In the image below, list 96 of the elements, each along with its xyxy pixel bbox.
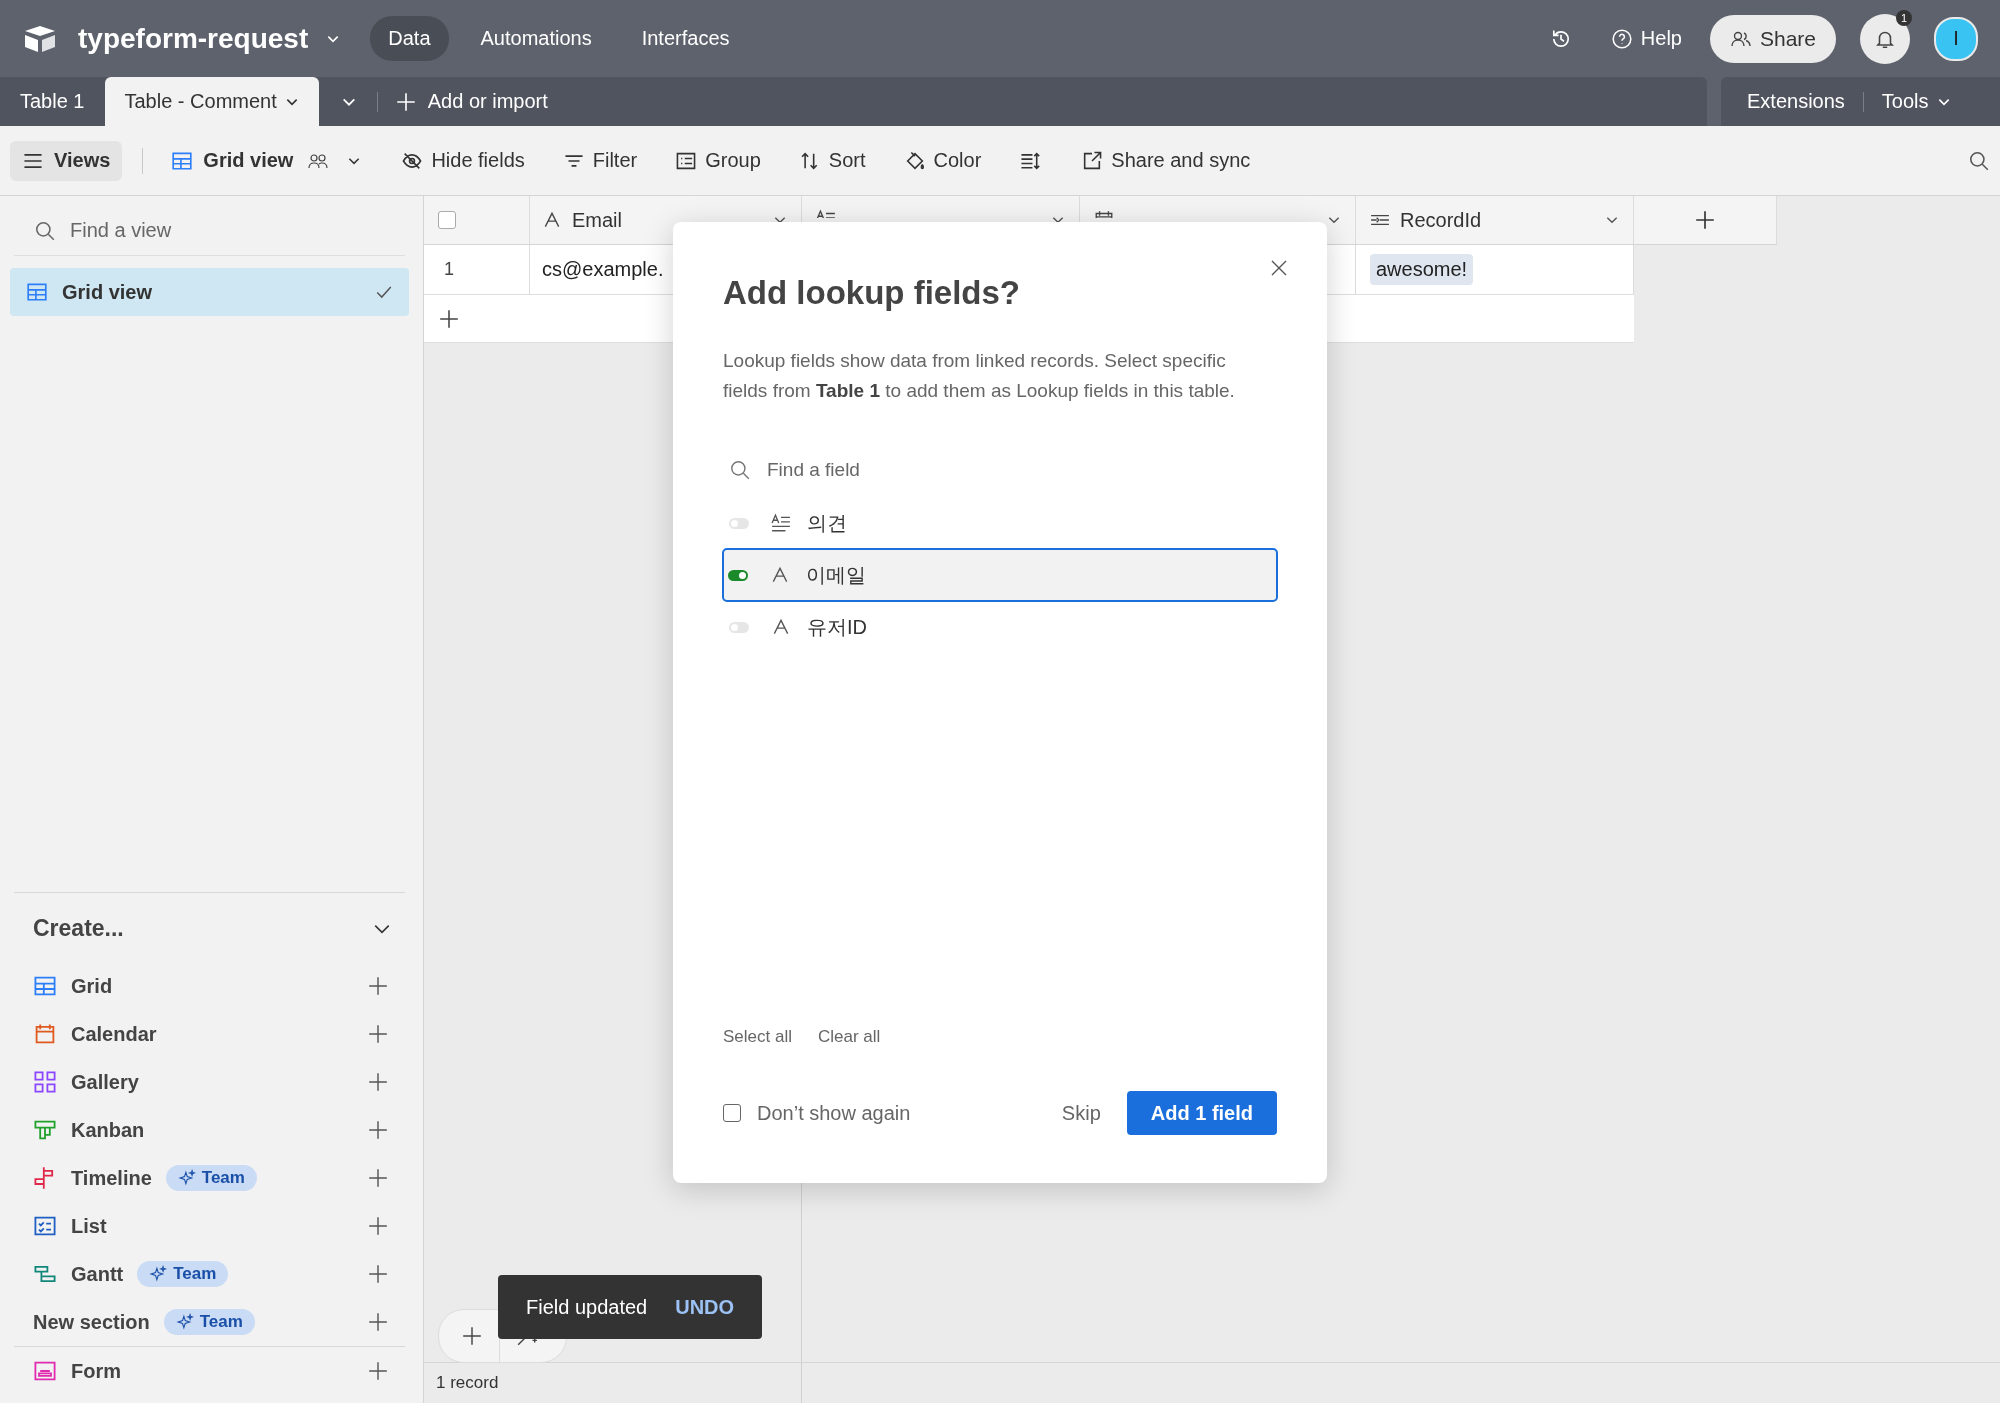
- create-option[interactable]: Gallery: [71, 1070, 139, 1094]
- add-icon[interactable]: [367, 1071, 389, 1093]
- kanban-view-icon: [33, 1118, 57, 1142]
- dialog-title: Add lookup fields?: [723, 274, 1021, 312]
- row-number: 1: [444, 259, 454, 280]
- create-option[interactable]: List: [71, 1214, 107, 1238]
- table-cell[interactable]: awesome!: [1370, 254, 1474, 285]
- field-toggle[interactable]: [729, 517, 749, 529]
- add-icon[interactable]: [367, 975, 389, 997]
- table-tab[interactable]: Table 1: [0, 77, 105, 126]
- record-count: 1 record: [436, 1373, 499, 1393]
- text-field-icon: [770, 565, 790, 585]
- help-icon: [1610, 27, 1633, 50]
- grid-view-icon: [26, 281, 48, 303]
- color-button[interactable]: Color: [903, 149, 982, 172]
- create-option[interactable]: Form: [71, 1359, 121, 1383]
- search-icon[interactable]: [1968, 149, 1990, 172]
- long-text-field-icon: [816, 208, 836, 218]
- extensions-button[interactable]: Extensions: [1747, 90, 1845, 113]
- dont-show-checkbox[interactable]: [723, 1104, 741, 1122]
- date-field-icon: [1094, 208, 1114, 218]
- skip-button[interactable]: Skip: [1061, 1101, 1101, 1125]
- table-cell[interactable]: cs@example.: [542, 258, 664, 281]
- view-switcher[interactable]: Grid view: [171, 149, 362, 172]
- create-heading: Create...: [33, 915, 125, 942]
- dialog-description: Lookup fields show data from linked records. Select specific fields from Table 1 to add them as Lookup fields in this table.: [723, 349, 1236, 403]
- add-icon[interactable]: [367, 1360, 389, 1382]
- search-icon: [34, 219, 56, 242]
- tools-button[interactable]: Tools: [1881, 90, 1951, 113]
- base-name-menu[interactable]: typeform-request: [78, 22, 341, 55]
- field-toggle[interactable]: [728, 569, 748, 581]
- hide-button[interactable]: Hide fields: [401, 149, 525, 172]
- add-icon[interactable]: [367, 1119, 389, 1141]
- sparkle-icon: [149, 1265, 168, 1283]
- sparkle-icon: [177, 1169, 196, 1187]
- text-field-icon: [771, 617, 791, 637]
- add-icon[interactable]: [367, 1263, 389, 1285]
- list-view-icon: [33, 1214, 57, 1238]
- form-view-icon: [33, 1359, 57, 1383]
- search-icon: [729, 459, 751, 481]
- view-item[interactable]: Grid view: [10, 268, 409, 316]
- undo-button[interactable]: UNDO: [675, 1295, 735, 1319]
- create-option[interactable]: Timeline: [71, 1166, 152, 1190]
- create-option[interactable]: New section: [33, 1310, 150, 1334]
- create-option[interactable]: Kanban: [71, 1118, 145, 1142]
- notifications-button[interactable]: 1: [1860, 13, 1910, 64]
- calendar-view-icon: [33, 1022, 57, 1046]
- sort-button[interactable]: Sort: [798, 149, 866, 172]
- clear-all-link[interactable]: Clear all: [818, 1027, 881, 1047]
- notification-count: 1: [1896, 9, 1912, 26]
- dont-show-label: Don’t show again: [757, 1101, 911, 1125]
- field-option[interactable]: 유저ID: [723, 602, 1277, 652]
- logo-icon: [22, 23, 58, 54]
- add-field-button[interactable]: Add 1 field: [1126, 1091, 1277, 1135]
- share-sync-button[interactable]: Share and sync: [1081, 149, 1251, 172]
- column-header[interactable]: RecordId: [1356, 196, 1634, 244]
- create-option[interactable]: Calendar: [71, 1022, 157, 1046]
- plus-icon: [395, 91, 416, 112]
- nav-tab[interactable]: Data: [370, 16, 449, 61]
- select-all-link[interactable]: Select all: [723, 1027, 792, 1047]
- add-icon[interactable]: [367, 1167, 389, 1189]
- nav-tab[interactable]: Interfaces: [623, 16, 748, 61]
- long-text-field-icon: [771, 513, 791, 533]
- add-or-import-button[interactable]: Add or import: [395, 77, 548, 126]
- filter-button[interactable]: Filter: [562, 149, 638, 172]
- find-view-field[interactable]: Find a view: [68, 218, 385, 243]
- create-option[interactable]: Grid: [71, 974, 113, 998]
- sparkle-icon: [175, 1313, 194, 1331]
- toast-message: Field updated: [526, 1295, 648, 1319]
- field-option[interactable]: 의견: [723, 498, 1277, 548]
- add-icon[interactable]: [367, 1023, 389, 1045]
- help-button[interactable]: Help: [1610, 27, 1682, 50]
- add-field-icon[interactable]: [1694, 209, 1716, 231]
- user-avatar[interactable]: I: [1934, 16, 1978, 61]
- text-field-icon: [542, 210, 562, 230]
- grid-view-icon: [33, 974, 57, 998]
- create-option[interactable]: Gantt: [71, 1262, 124, 1286]
- share-button[interactable]: Share: [1709, 14, 1836, 63]
- field-option[interactable]: 이메일: [722, 548, 1278, 602]
- add-icon[interactable]: [367, 1311, 389, 1333]
- close-icon[interactable]: [1269, 258, 1289, 278]
- add-record-icon[interactable]: [438, 307, 460, 330]
- share-icon: [1081, 149, 1104, 172]
- select-all-checkbox[interactable]: [438, 211, 456, 229]
- gallery-view-icon: [33, 1070, 57, 1094]
- add-icon[interactable]: [367, 1215, 389, 1237]
- nav-tab[interactable]: Automations: [462, 16, 610, 61]
- group-button[interactable]: Group: [675, 149, 761, 172]
- views-button[interactable]: Views: [10, 140, 123, 181]
- team-plan-badge: Team: [137, 1261, 229, 1287]
- team-plan-badge: Team: [165, 1165, 257, 1191]
- field-toggle[interactable]: [729, 621, 749, 633]
- grid-view-icon: [171, 149, 194, 172]
- table-tab[interactable]: Table - Comment: [104, 77, 319, 126]
- plus-icon: [461, 1325, 483, 1347]
- team-plan-badge: Team: [163, 1309, 255, 1335]
